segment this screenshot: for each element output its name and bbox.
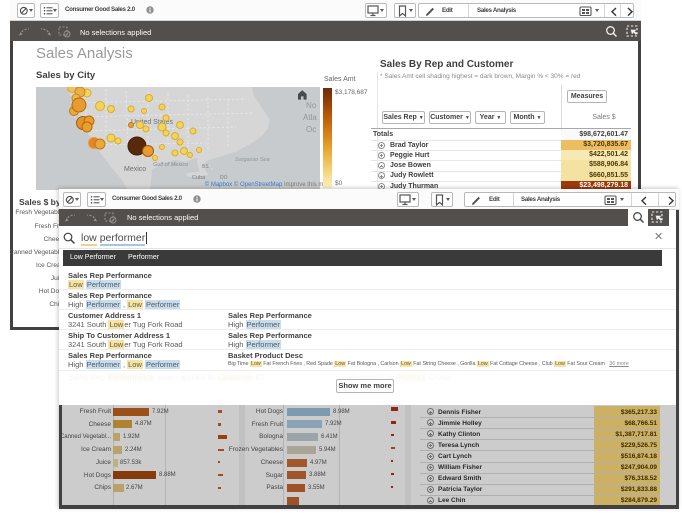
svg-text:Sargasso Sea: Sargasso Sea bbox=[235, 157, 270, 163]
svg-text:Oc: Oc bbox=[306, 125, 316, 134]
svg-text:DO: DO bbox=[220, 175, 228, 181]
svg-text:Mexico: Mexico bbox=[124, 166, 146, 173]
svg-text:No: No bbox=[306, 101, 317, 110]
svg-text:Cuba: Cuba bbox=[192, 175, 206, 181]
svg-text:BS: BS bbox=[202, 164, 209, 170]
svg-text:Atla: Atla bbox=[303, 113, 317, 122]
svg-text:Gulf of Mexico: Gulf of Mexico bbox=[153, 162, 188, 168]
